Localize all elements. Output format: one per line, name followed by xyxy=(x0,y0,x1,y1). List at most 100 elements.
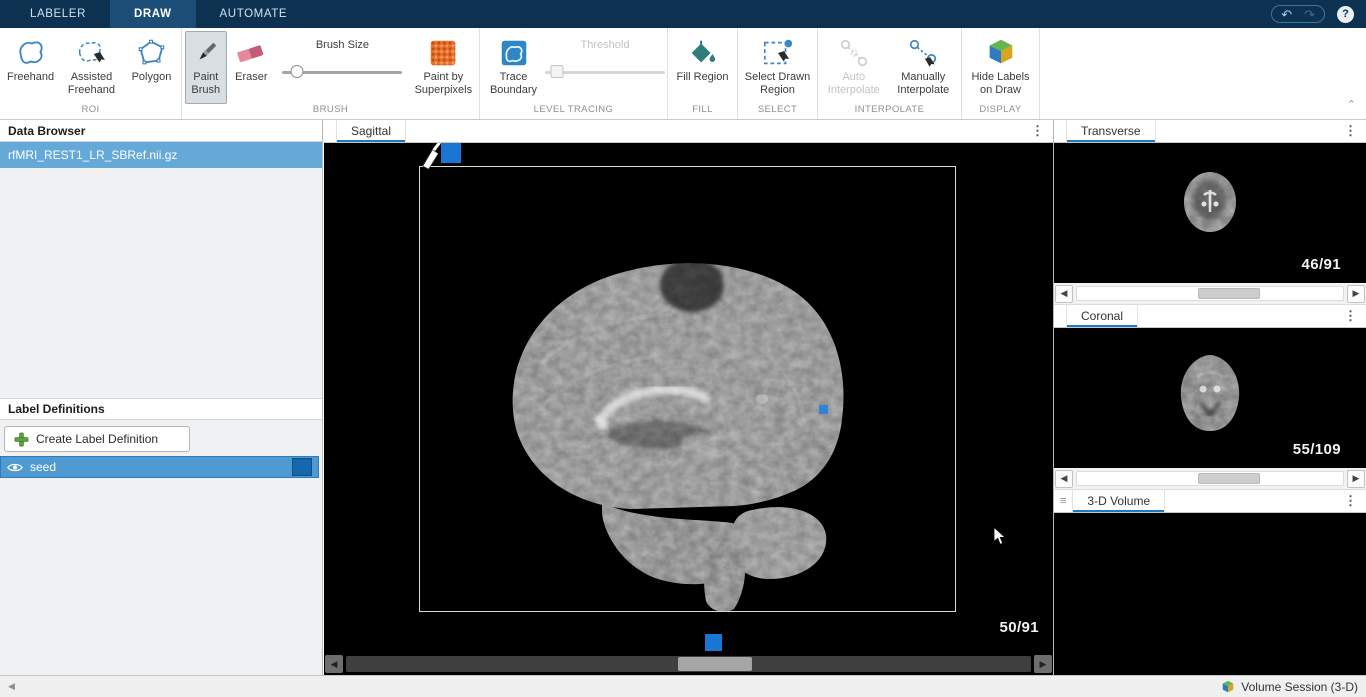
auto-interpolate-label: Auto Interpolate xyxy=(824,71,884,96)
polygon-button[interactable]: Polygon xyxy=(125,31,178,104)
select-drawn-region-label: Select Drawn Region xyxy=(744,71,811,96)
statusbar-collapse-icon[interactable]: ◀ xyxy=(8,681,15,692)
tab-transverse[interactable]: Transverse xyxy=(1066,120,1156,142)
scroll-right-icon[interactable]: ▶ xyxy=(1347,470,1365,488)
sagittal-scrollbar-thumb[interactable] xyxy=(678,657,752,671)
transverse-scrollbar-thumb[interactable] xyxy=(1198,288,1260,299)
brush-size-slider[interactable] xyxy=(282,65,402,80)
coronal-brain-image xyxy=(1171,347,1249,437)
paint-brush-icon xyxy=(191,35,221,71)
trace-boundary-label: Trace Boundary xyxy=(486,71,541,96)
status-bar: ◀ Volume Session (3-D) xyxy=(0,675,1366,697)
hide-labels-label: Hide Labels on Draw xyxy=(968,71,1033,96)
scroll-left-icon[interactable]: ◀ xyxy=(1055,285,1073,303)
seed-label-pixel xyxy=(819,405,828,414)
ribbon-collapse-icon[interactable]: ⌃ xyxy=(1347,98,1356,111)
tab-automate[interactable]: AUTOMATE xyxy=(196,0,312,28)
threshold-control: Threshold xyxy=(546,31,664,104)
scroll-left-icon[interactable]: ◀ xyxy=(325,655,343,673)
transverse-menu-dots-icon[interactable]: ⋮ xyxy=(1335,123,1366,139)
freehand-button[interactable]: Freehand xyxy=(3,31,58,104)
help-icon[interactable]: ? xyxy=(1337,6,1354,23)
coronal-scrollbar-track[interactable] xyxy=(1076,471,1344,486)
data-browser-header: Data Browser xyxy=(0,120,322,142)
hide-labels-on-draw-button[interactable]: Hide Labels on Draw xyxy=(965,31,1036,104)
right-panel: Transverse ⋮ 46/91 ◀ xyxy=(1053,120,1366,675)
sagittal-scrollbar-track[interactable] xyxy=(346,656,1031,672)
label-item-seed[interactable]: seed xyxy=(0,456,319,478)
volume-3d-canvas[interactable] xyxy=(1054,513,1366,675)
manually-interpolate-icon xyxy=(906,35,940,71)
fill-region-button[interactable]: Fill Region xyxy=(672,31,734,104)
scroll-left-icon[interactable]: ◀ xyxy=(1055,470,1073,488)
transverse-slice-indicator: 46/91 xyxy=(1301,256,1341,273)
create-label-definition-button[interactable]: Create Label Definition xyxy=(4,426,190,452)
transverse-scrollbar-track[interactable] xyxy=(1076,286,1344,301)
panel-list-icon[interactable]: ≡ xyxy=(1060,495,1066,507)
quick-access-area: ↶ ↷ ? xyxy=(1271,0,1366,28)
sagittal-scrollbar[interactable]: ◀ ▶ xyxy=(324,653,1053,675)
coronal-scrollbar-thumb[interactable] xyxy=(1198,473,1260,484)
transverse-scrollbar[interactable]: ◀ ▶ xyxy=(1054,283,1366,305)
sagittal-menu-dots-icon[interactable]: ⋮ xyxy=(1022,123,1053,139)
volume-3d-tabbar: ≡ 3-D Volume ⋮ xyxy=(1054,490,1366,513)
fill-region-icon xyxy=(686,35,720,71)
data-browser-file-item[interactable]: rfMRI_REST1_LR_SBRef.nii.gz xyxy=(0,142,322,168)
medical-image-labeler-app: LABELER DRAW AUTOMATE ↶ ↷ ? Freehand xyxy=(0,0,1366,697)
eraser-icon xyxy=(234,35,268,71)
sagittal-pane: Sagittal ⋮ xyxy=(324,120,1053,675)
brush-size-control: Brush Size xyxy=(276,31,409,104)
scroll-right-icon[interactable]: ▶ xyxy=(1347,285,1365,303)
manually-interpolate-label: Manually Interpolate xyxy=(892,71,955,96)
superpixels-icon xyxy=(426,35,460,71)
coronal-slice-indicator: 55/109 xyxy=(1293,441,1341,458)
ribbon-section-brush: Paint Brush Eraser Brush Size xyxy=(182,28,480,119)
coronal-tabbar: Coronal ⋮ xyxy=(1054,305,1366,328)
tab-coronal-label: Coronal xyxy=(1081,309,1123,323)
tab-transverse-label: Transverse xyxy=(1081,124,1141,138)
assisted-freehand-label: Assisted Freehand xyxy=(63,71,120,96)
coronal-canvas[interactable]: 55/109 xyxy=(1054,328,1366,468)
assisted-freehand-button[interactable]: Assisted Freehand xyxy=(60,31,123,104)
volume-3d-menu-dots-icon[interactable]: ⋮ xyxy=(1335,493,1366,509)
fill-region-label: Fill Region xyxy=(677,71,729,84)
trace-boundary-button[interactable]: Trace Boundary xyxy=(483,31,544,104)
draw-toolstrip: Freehand Assisted Freehand Polygon ROI xyxy=(0,28,1366,120)
tab-labeler[interactable]: LABELER xyxy=(6,0,110,28)
sagittal-canvas[interactable]: 50/91 xyxy=(324,143,1053,653)
tab-draw[interactable]: DRAW xyxy=(110,0,196,28)
hide-labels-icon xyxy=(984,35,1018,71)
session-label: Volume Session (3-D) xyxy=(1241,680,1358,694)
auto-interpolate-button[interactable]: Auto Interpolate xyxy=(821,31,887,104)
create-label-definition-label: Create Label Definition xyxy=(36,432,158,446)
eraser-button[interactable]: Eraser xyxy=(229,31,275,104)
tab-3d-volume[interactable]: 3-D Volume xyxy=(1072,490,1165,512)
scroll-right-icon[interactable]: ▶ xyxy=(1034,655,1052,673)
paint-brush-button[interactable]: Paint Brush xyxy=(185,31,227,104)
threshold-slider[interactable] xyxy=(545,65,665,80)
session-indicator: Volume Session (3-D) xyxy=(1221,680,1358,694)
threshold-handle xyxy=(551,65,564,78)
tab-sagittal[interactable]: Sagittal xyxy=(336,120,406,142)
ribbon-section-select: Select Drawn Region SELECT xyxy=(738,28,818,119)
ribbon-section-level-tracing: Trace Boundary Threshold LEVEL TRACING xyxy=(480,28,668,119)
section-label-interpolate: INTERPOLATE xyxy=(818,104,961,119)
section-label-display: DISPLAY xyxy=(962,104,1039,119)
section-label-level-tracing: LEVEL TRACING xyxy=(480,104,667,119)
eye-icon[interactable] xyxy=(7,462,23,473)
manually-interpolate-button[interactable]: Manually Interpolate xyxy=(889,31,958,104)
paint-by-superpixels-button[interactable]: Paint by Superpixels xyxy=(411,31,476,104)
undo-icon[interactable]: ↶ xyxy=(1281,8,1292,21)
coronal-menu-dots-icon[interactable]: ⋮ xyxy=(1335,308,1366,324)
paint-by-superpixels-label: Paint by Superpixels xyxy=(414,71,473,96)
brush-size-handle[interactable] xyxy=(290,65,303,78)
ribbon-spacer: ⌃ xyxy=(1040,28,1366,119)
redo-icon[interactable]: ↷ xyxy=(1304,8,1315,21)
tab-coronal[interactable]: Coronal xyxy=(1066,305,1138,327)
label-color-chip[interactable] xyxy=(292,458,312,476)
coronal-scrollbar[interactable]: ◀ ▶ xyxy=(1054,468,1366,490)
section-label-select: SELECT xyxy=(738,104,817,119)
select-drawn-region-button[interactable]: Select Drawn Region xyxy=(741,31,814,104)
slice-marker-bottom[interactable] xyxy=(705,634,722,651)
transverse-canvas[interactable]: 46/91 xyxy=(1054,143,1366,283)
